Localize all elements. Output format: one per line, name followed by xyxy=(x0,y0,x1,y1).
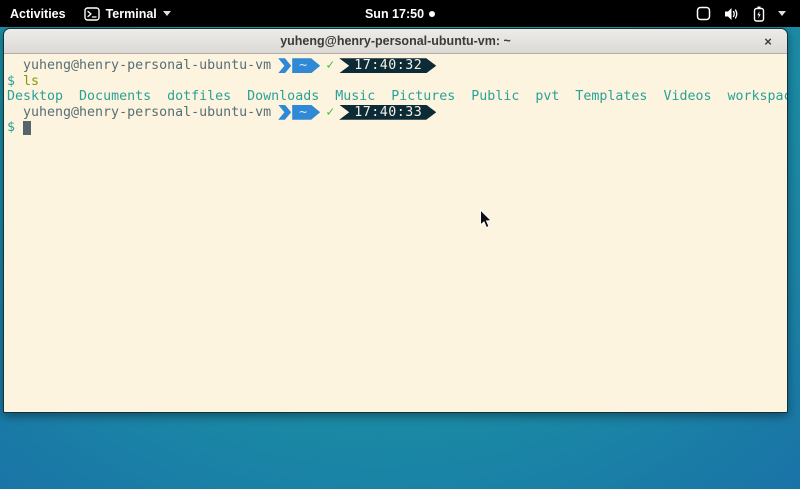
directory-name: Downloads xyxy=(247,89,319,105)
system-status-area[interactable] xyxy=(696,6,800,22)
gnome-top-bar: Activities Terminal Sun 17:50 xyxy=(0,0,800,27)
directory-name: workspace xyxy=(727,89,787,105)
text-cursor xyxy=(23,121,31,135)
window-titlebar[interactable]: yuheng@henry-personal-ubuntu-vm: ~ × xyxy=(4,29,787,54)
prompt-cwd-segment: ~ xyxy=(292,105,320,120)
status-check-icon: ✓ xyxy=(326,105,334,121)
terminal-output-area[interactable]: yuheng@henry-personal-ubuntu-vm ~ ✓ 17:4… xyxy=(4,54,787,412)
ls-output-line: Desktop Documents dotfiles Downloads Music Pi… xyxy=(7,89,787,105)
directory-name: Templates xyxy=(575,89,647,105)
powerline-chevron-icon xyxy=(278,105,291,120)
clock-label: Sun 17:50 xyxy=(365,7,424,21)
command-text: ls xyxy=(23,74,39,90)
current-input-line: $ xyxy=(7,120,787,136)
app-menu-button[interactable]: Terminal xyxy=(84,7,171,21)
terminal-window: yuheng@henry-personal-ubuntu-vm: ~ × yuh… xyxy=(3,28,788,413)
status-check-icon: ✓ xyxy=(326,58,334,74)
directory-name: Documents xyxy=(79,89,151,105)
powerline-chevron-icon xyxy=(278,58,291,73)
notification-dot-icon xyxy=(429,11,435,17)
terminal-app-icon xyxy=(84,7,100,21)
prompt-line: yuheng@henry-personal-ubuntu-vm ~ ✓ 17:4… xyxy=(7,105,787,121)
prompt-line: yuheng@henry-personal-ubuntu-vm ~ ✓ 17:4… xyxy=(7,58,787,74)
prompt-symbol: $ xyxy=(7,74,15,90)
volume-icon xyxy=(724,7,740,21)
directory-name: Desktop xyxy=(7,89,63,105)
chevron-down-icon xyxy=(778,11,786,16)
command-line: $ ls xyxy=(7,74,787,90)
prompt-time-segment: 17:40:33 xyxy=(339,105,436,120)
app-menu-label: Terminal xyxy=(106,7,157,21)
activities-label: Activities xyxy=(10,7,66,21)
activities-button[interactable]: Activities xyxy=(10,7,66,21)
directory-name: pvt xyxy=(535,89,559,105)
directory-name: Music xyxy=(335,89,375,105)
prompt-cwd-segment: ~ xyxy=(292,58,320,73)
battery-charging-icon xyxy=(753,6,765,22)
prompt-symbol: $ xyxy=(7,120,15,136)
chevron-down-icon xyxy=(163,11,171,16)
directory-name: Public xyxy=(471,89,519,105)
prompt-user: yuheng@henry-personal-ubuntu-vm xyxy=(7,105,271,121)
close-button[interactable]: × xyxy=(757,29,779,54)
directory-name: Pictures xyxy=(391,89,455,105)
directory-name: dotfiles xyxy=(167,89,231,105)
directory-name: Videos xyxy=(663,89,711,105)
display-icon xyxy=(696,6,711,21)
prompt-time-segment: 17:40:32 xyxy=(339,58,436,73)
prompt-user: yuheng@henry-personal-ubuntu-vm xyxy=(7,58,271,74)
clock-button[interactable]: Sun 17:50 xyxy=(365,7,435,21)
window-title: yuheng@henry-personal-ubuntu-vm: ~ xyxy=(280,34,511,48)
